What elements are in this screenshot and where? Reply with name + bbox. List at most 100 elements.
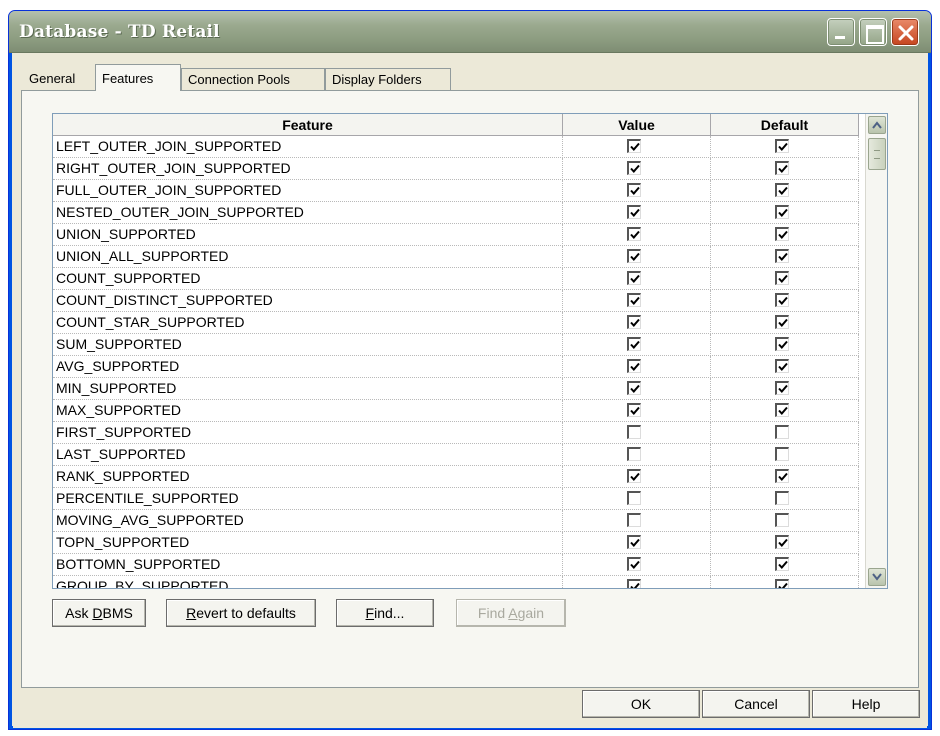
table-row[interactable]: FULL_OUTER_JOIN_SUPPORTED bbox=[53, 180, 859, 202]
value-cell bbox=[563, 312, 711, 334]
feature-cell[interactable]: UNION_ALL_SUPPORTED bbox=[53, 246, 563, 268]
feature-cell[interactable]: RIGHT_OUTER_JOIN_SUPPORTED bbox=[53, 158, 563, 180]
table-row[interactable]: MAX_SUPPORTED bbox=[53, 400, 859, 422]
revert-to-defaults-button[interactable]: Revert to defaults bbox=[166, 599, 316, 627]
table-row[interactable]: COUNT_SUPPORTED bbox=[53, 268, 859, 290]
tab-features[interactable]: Features bbox=[95, 64, 181, 91]
value-checkbox[interactable] bbox=[627, 403, 641, 417]
table-row[interactable]: GROUP_BY_SUPPORTED bbox=[53, 576, 859, 588]
table-row[interactable]: RIGHT_OUTER_JOIN_SUPPORTED bbox=[53, 158, 859, 180]
scrollbar-thumb[interactable] bbox=[868, 138, 886, 170]
tab-display-folders[interactable]: Display Folders bbox=[325, 68, 451, 90]
value-checkbox[interactable] bbox=[627, 337, 641, 351]
grid-header: Feature Value Default bbox=[53, 114, 868, 136]
table-row[interactable]: LEFT_OUTER_JOIN_SUPPORTED bbox=[53, 136, 859, 158]
table-row[interactable]: UNION_SUPPORTED bbox=[53, 224, 859, 246]
value-checkbox[interactable] bbox=[627, 227, 641, 241]
checkmark-icon bbox=[630, 560, 640, 569]
value-checkbox[interactable] bbox=[627, 271, 641, 285]
column-header-feature[interactable]: Feature bbox=[53, 114, 563, 136]
value-checkbox[interactable] bbox=[627, 535, 641, 549]
value-checkbox[interactable] bbox=[627, 249, 641, 263]
vertical-scrollbar[interactable] bbox=[865, 114, 887, 588]
feature-cell[interactable]: AVG_SUPPORTED bbox=[53, 356, 563, 378]
table-row[interactable]: RANK_SUPPORTED bbox=[53, 466, 859, 488]
maximize-icon[interactable] bbox=[859, 18, 887, 46]
feature-cell[interactable]: GROUP_BY_SUPPORTED bbox=[53, 576, 563, 588]
feature-cell[interactable]: SUM_SUPPORTED bbox=[53, 334, 563, 356]
table-row[interactable]: TOPN_SUPPORTED bbox=[53, 532, 859, 554]
checkmark-icon bbox=[778, 186, 788, 195]
value-checkbox[interactable] bbox=[627, 557, 641, 571]
feature-cell[interactable]: FIRST_SUPPORTED bbox=[53, 422, 563, 444]
default-cell bbox=[711, 532, 859, 554]
default-checkbox bbox=[775, 447, 789, 461]
help-button[interactable]: Help bbox=[812, 690, 920, 718]
table-row[interactable]: FIRST_SUPPORTED bbox=[53, 422, 859, 444]
table-row[interactable]: MIN_SUPPORTED bbox=[53, 378, 859, 400]
table-row[interactable]: PERCENTILE_SUPPORTED bbox=[53, 488, 859, 510]
feature-cell[interactable]: PERCENTILE_SUPPORTED bbox=[53, 488, 563, 510]
find-again-button[interactable]: Find Again bbox=[456, 599, 566, 627]
grid-rows: LEFT_OUTER_JOIN_SUPPORTED RIGHT_OUTER_JOI… bbox=[53, 136, 859, 588]
feature-cell[interactable]: LAST_SUPPORTED bbox=[53, 444, 563, 466]
value-checkbox[interactable] bbox=[627, 161, 641, 175]
default-cell bbox=[711, 510, 859, 532]
column-header-value[interactable]: Value bbox=[563, 114, 711, 136]
chevron-up-icon[interactable] bbox=[868, 116, 886, 134]
value-checkbox[interactable] bbox=[627, 293, 641, 307]
value-checkbox[interactable] bbox=[627, 425, 641, 439]
ok-button[interactable]: OK bbox=[582, 690, 700, 718]
close-icon[interactable] bbox=[891, 18, 919, 46]
value-checkbox[interactable] bbox=[627, 579, 641, 588]
feature-cell[interactable]: COUNT_DISTINCT_SUPPORTED bbox=[53, 290, 563, 312]
feature-cell[interactable]: MAX_SUPPORTED bbox=[53, 400, 563, 422]
value-checkbox[interactable] bbox=[627, 491, 641, 505]
value-checkbox[interactable] bbox=[627, 183, 641, 197]
value-checkbox[interactable] bbox=[627, 513, 641, 527]
value-checkbox[interactable] bbox=[627, 139, 641, 153]
title-bar[interactable]: Database - TD Retail bbox=[9, 11, 931, 53]
value-checkbox[interactable] bbox=[627, 469, 641, 483]
cancel-button[interactable]: Cancel bbox=[702, 690, 810, 718]
value-checkbox[interactable] bbox=[627, 381, 641, 395]
value-cell bbox=[563, 400, 711, 422]
value-cell bbox=[563, 532, 711, 554]
feature-cell[interactable]: COUNT_SUPPORTED bbox=[53, 268, 563, 290]
default-cell bbox=[711, 334, 859, 356]
feature-cell[interactable]: TOPN_SUPPORTED bbox=[53, 532, 563, 554]
feature-cell[interactable]: NESTED_OUTER_JOIN_SUPPORTED bbox=[53, 202, 563, 224]
feature-cell[interactable]: LEFT_OUTER_JOIN_SUPPORTED bbox=[53, 136, 563, 158]
table-row[interactable]: UNION_ALL_SUPPORTED bbox=[53, 246, 859, 268]
table-row[interactable]: BOTTOMN_SUPPORTED bbox=[53, 554, 859, 576]
feature-cell[interactable]: COUNT_STAR_SUPPORTED bbox=[53, 312, 563, 334]
checkmark-icon bbox=[630, 274, 640, 283]
table-row[interactable]: MOVING_AVG_SUPPORTED bbox=[53, 510, 859, 532]
table-row[interactable]: COUNT_DISTINCT_SUPPORTED bbox=[53, 290, 859, 312]
chevron-down-icon[interactable] bbox=[868, 568, 886, 586]
value-checkbox[interactable] bbox=[627, 359, 641, 373]
find-button[interactable]: Find... bbox=[336, 599, 434, 627]
feature-cell[interactable]: BOTTOMN_SUPPORTED bbox=[53, 554, 563, 576]
value-checkbox[interactable] bbox=[627, 205, 641, 219]
table-row[interactable]: LAST_SUPPORTED bbox=[53, 444, 859, 466]
table-row[interactable]: AVG_SUPPORTED bbox=[53, 356, 859, 378]
feature-cell[interactable]: MOVING_AVG_SUPPORTED bbox=[53, 510, 563, 532]
feature-cell[interactable]: MIN_SUPPORTED bbox=[53, 378, 563, 400]
tab-connection-pools[interactable]: Connection Pools bbox=[181, 68, 325, 90]
tab-general[interactable]: General bbox=[23, 68, 97, 90]
table-row[interactable]: SUM_SUPPORTED bbox=[53, 334, 859, 356]
ask-dbms-button[interactable]: Ask DBMS bbox=[52, 599, 146, 627]
feature-cell[interactable]: UNION_SUPPORTED bbox=[53, 224, 563, 246]
column-header-default[interactable]: Default bbox=[711, 114, 859, 136]
table-row[interactable]: COUNT_STAR_SUPPORTED bbox=[53, 312, 859, 334]
checkmark-icon bbox=[778, 538, 788, 547]
feature-cell[interactable]: RANK_SUPPORTED bbox=[53, 466, 563, 488]
table-row[interactable]: NESTED_OUTER_JOIN_SUPPORTED bbox=[53, 202, 859, 224]
feature-cell[interactable]: FULL_OUTER_JOIN_SUPPORTED bbox=[53, 180, 563, 202]
find-again-label-key: A bbox=[508, 605, 518, 621]
value-checkbox[interactable] bbox=[627, 447, 641, 461]
value-checkbox[interactable] bbox=[627, 315, 641, 329]
minimize-icon[interactable] bbox=[827, 18, 855, 46]
checkmark-icon bbox=[778, 252, 788, 261]
